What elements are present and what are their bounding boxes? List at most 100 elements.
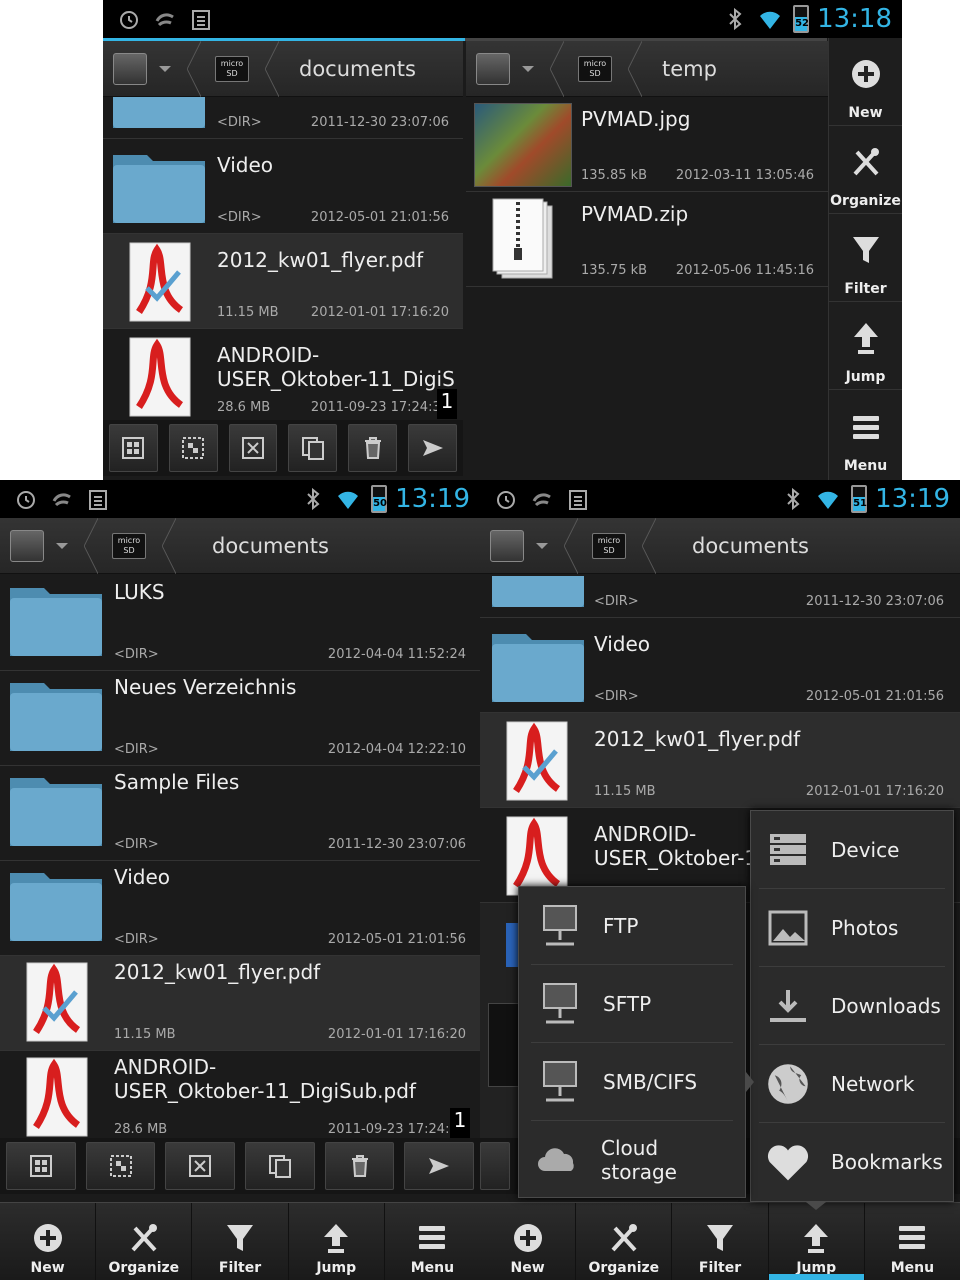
select-all-button[interactable] xyxy=(6,1142,76,1190)
chevron-down-icon[interactable] xyxy=(536,542,548,549)
globe-icon xyxy=(768,1063,808,1104)
filter-button[interactable]: Filter xyxy=(829,214,902,302)
file-name: PVMAD.jpg xyxy=(581,107,691,131)
submenu-pointer xyxy=(746,1072,754,1092)
pdf-icon xyxy=(129,242,191,322)
breadcrumb-separator xyxy=(550,40,564,97)
menu-button[interactable]: Menu xyxy=(865,1203,960,1280)
file-name: Neues Verzeichnis xyxy=(114,675,297,699)
jump-button[interactable]: Jump xyxy=(768,1203,865,1280)
device-crumb[interactable] xyxy=(10,529,44,562)
jump-item-network[interactable]: Network xyxy=(759,1045,945,1123)
device-crumb[interactable] xyxy=(476,52,510,85)
send-button[interactable] xyxy=(408,424,457,472)
selection-toolbar xyxy=(103,420,463,476)
network-item-cloud[interactable]: Cloud storage xyxy=(531,1121,733,1199)
breadcrumb-current[interactable]: documents xyxy=(299,57,416,81)
file-type: <DIR> xyxy=(114,932,159,947)
filter-button[interactable]: Filter xyxy=(192,1203,289,1280)
breadcrumb-current[interactable]: documents xyxy=(692,534,809,558)
list-item[interactable]: <DIR> 2011-12-30 23:07:06 xyxy=(103,97,463,139)
file-date: 2011-12-30 23:07:06 xyxy=(805,594,944,609)
list-item[interactable]: PVMAD.jpg 135.85 kB 2012-03-11 13:05:46 xyxy=(466,97,828,192)
menu-label: Menu xyxy=(843,458,888,474)
jump-button[interactable]: Jump xyxy=(829,302,902,390)
sdcard-icon[interactable]: micro SD xyxy=(215,55,249,82)
network-item-sftp[interactable]: SFTP xyxy=(531,965,733,1043)
jump-item-bookmarks[interactable]: Bookmarks xyxy=(759,1123,945,1201)
copy-button[interactable] xyxy=(288,424,338,472)
jump-item-photos[interactable]: Photos xyxy=(759,889,945,967)
breadcrumb-current[interactable]: temp xyxy=(662,57,717,81)
list-item[interactable]: Video <DIR> 2012-05-01 21:01:56 xyxy=(0,861,480,956)
sync-icon xyxy=(532,493,551,507)
list-item[interactable]: Video <DIR> 2012-05-01 21:01:56 xyxy=(103,139,463,234)
select-all-button[interactable] xyxy=(109,424,158,472)
breadcrumb-current[interactable]: documents xyxy=(212,534,329,558)
file-date: 2012-03-11 13:05:46 xyxy=(675,168,814,183)
invert-selection-button[interactable] xyxy=(85,1142,156,1190)
cut-button[interactable] xyxy=(228,424,278,472)
invert-selection-icon xyxy=(182,437,205,459)
list-item[interactable]: 2012_kw01_flyer.pdf 11.15 MB 2012-01-01 … xyxy=(480,713,960,808)
invert-selection-button[interactable] xyxy=(168,424,218,472)
delete-button[interactable] xyxy=(324,1142,395,1190)
sdcard-icon[interactable]: micro SD xyxy=(112,532,146,559)
file-type: <DIR> xyxy=(114,742,159,757)
alarm-icon xyxy=(17,491,35,509)
network-item-ftp[interactable]: FTP xyxy=(531,887,733,965)
device-crumb[interactable] xyxy=(490,529,524,562)
list-item[interactable]: Sample Files <DIR> 2011-12-30 23:07:06 xyxy=(0,766,480,861)
wifi-icon xyxy=(338,491,359,509)
jump-label: Jump xyxy=(796,1260,837,1276)
list-item[interactable]: ANDROID- USER_Oktober-11_DigiSub.pdf 28.… xyxy=(0,1051,480,1138)
jump-item-device[interactable]: Device xyxy=(759,811,945,889)
select-all-button[interactable] xyxy=(480,1142,510,1190)
filter-button[interactable]: Filter xyxy=(672,1203,769,1280)
breadcrumb: micro SD temp xyxy=(466,40,828,97)
device-crumb[interactable] xyxy=(113,52,147,85)
chevron-down-icon[interactable] xyxy=(56,542,68,549)
file-size: 11.15 MB xyxy=(594,784,656,799)
delete-button[interactable] xyxy=(348,424,398,472)
organize-button[interactable]: Organize xyxy=(576,1203,673,1280)
organize-button[interactable]: Organize xyxy=(96,1203,193,1280)
bluetooth-icon xyxy=(307,487,320,511)
bluetooth-icon xyxy=(787,487,800,511)
list-item[interactable]: <DIR> 2011-12-30 23:07:06 xyxy=(480,576,960,618)
list-item[interactable]: 2012_kw01_flyer.pdf 11.15 MB 2012-01-01 … xyxy=(103,234,463,329)
status-bar: 50 13:19 xyxy=(0,480,480,518)
menu-button[interactable]: Menu xyxy=(829,390,902,478)
file-date: 2011-09-23 17:24:36 xyxy=(310,400,449,415)
list-item[interactable]: ANDROID- USER_Oktober-11_DigiS 28.6 MB 2… xyxy=(103,329,463,420)
list-item[interactable]: Video <DIR> 2012-05-01 21:01:56 xyxy=(480,618,960,713)
jump-item-downloads[interactable]: Downloads xyxy=(759,967,945,1045)
menu-button[interactable]: Menu xyxy=(385,1203,480,1280)
alarm-icon xyxy=(497,491,515,509)
list-item[interactable]: LUKS <DIR> 2012-04-04 11:52:24 xyxy=(0,576,480,671)
organize-button[interactable]: Organize xyxy=(829,126,902,214)
list-item[interactable]: Neues Verzeichnis <DIR> 2012-04-04 12:22… xyxy=(0,671,480,766)
send-icon xyxy=(422,440,443,456)
file-date: 2011-09-23 17:24:36 xyxy=(327,1122,466,1137)
sdcard-icon[interactable]: micro SD xyxy=(592,532,626,559)
new-button[interactable]: New xyxy=(480,1203,577,1280)
copy-button[interactable] xyxy=(245,1142,315,1190)
folder-icon xyxy=(113,97,205,128)
breadcrumb-separator xyxy=(265,40,279,97)
chevron-down-icon[interactable] xyxy=(522,65,534,72)
chevron-down-icon[interactable] xyxy=(159,65,171,72)
new-button[interactable]: New xyxy=(0,1203,97,1280)
invert-selection-icon xyxy=(109,1155,132,1177)
new-button[interactable]: New xyxy=(829,38,902,126)
cut-button[interactable] xyxy=(165,1142,236,1190)
network-item-smb[interactable]: SMB/CIFS xyxy=(531,1043,733,1121)
battery-level: 52 xyxy=(795,16,809,31)
list-item-partial xyxy=(480,903,520,1138)
list-item[interactable]: PVMAD.zip 135.75 kB 2012-05-06 11:45:16 xyxy=(466,192,828,287)
jump-button[interactable]: Jump xyxy=(289,1203,385,1280)
trash-icon xyxy=(364,437,381,459)
sdcard-icon[interactable]: micro SD xyxy=(578,55,612,82)
list-item[interactable]: 2012_kw01_flyer.pdf 11.15 MB 2012-01-01 … xyxy=(0,956,480,1051)
send-button[interactable] xyxy=(404,1142,475,1190)
